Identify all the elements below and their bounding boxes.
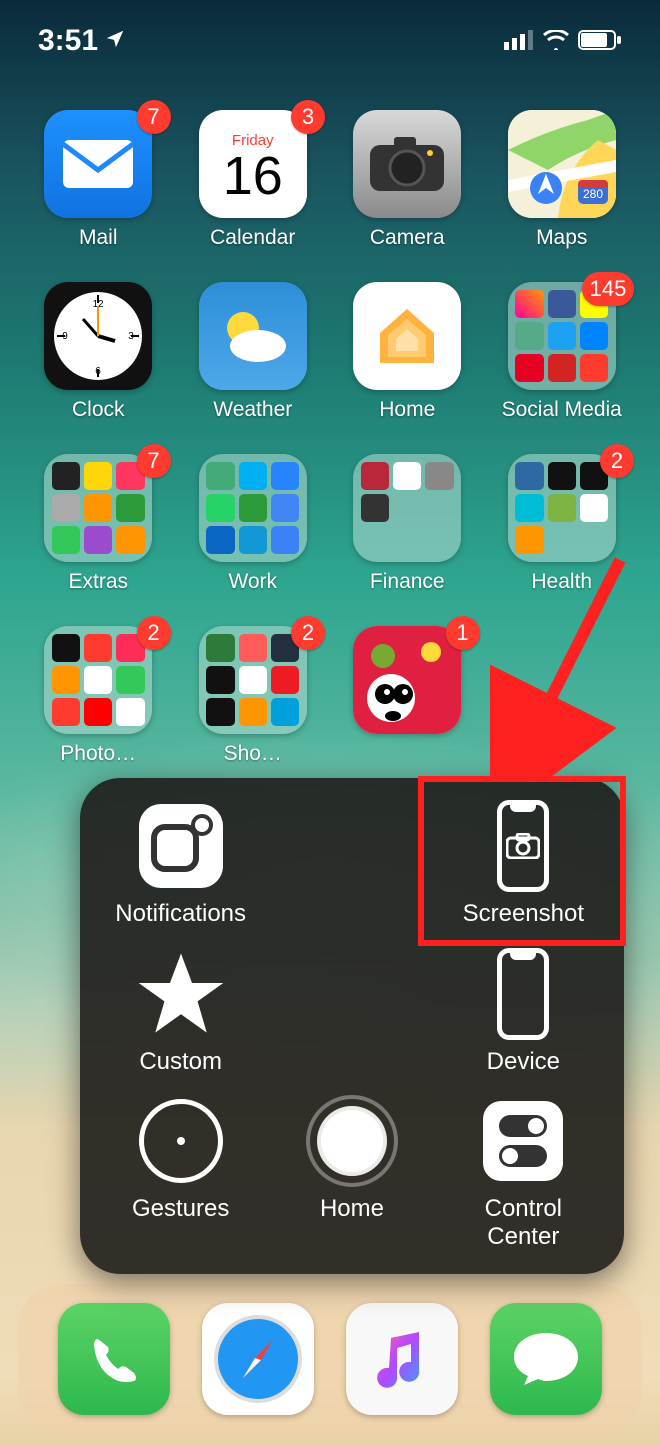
app-label: Photo… <box>60 742 136 766</box>
status-time: 3:51 <box>38 24 126 58</box>
empty-slot <box>500 626 625 766</box>
app-label: Extras <box>68 570 128 594</box>
home-icon <box>353 282 461 390</box>
app-label: Mail <box>79 226 118 250</box>
svg-text:9: 9 <box>62 331 68 342</box>
camera-icon <box>353 110 461 218</box>
app-label: Calendar <box>210 226 295 250</box>
at-home[interactable]: Home <box>271 1093 432 1250</box>
status-bar: 3:51 <box>0 0 660 90</box>
dock-messages[interactable] <box>490 1303 602 1415</box>
app-label: Maps <box>536 226 587 250</box>
app-label: Camera <box>370 226 445 250</box>
app-mail[interactable]: 7 Mail <box>36 110 161 250</box>
app-label: Sho… <box>224 742 282 766</box>
folder-icon <box>199 626 307 734</box>
phone-icon <box>58 1303 170 1415</box>
folder-extras[interactable]: 7 Extras <box>36 454 161 594</box>
app-label: Social Media <box>502 398 622 422</box>
folder-icon <box>44 626 152 734</box>
home-screen-grid: 7 Mail Friday 16 3 Calendar Camera <box>0 110 660 766</box>
svg-text:3: 3 <box>128 331 134 342</box>
battery-icon <box>578 24 622 58</box>
safari-icon <box>202 1303 314 1415</box>
app-label: Home <box>379 398 435 422</box>
device-icon <box>475 946 571 1042</box>
badge: 2 <box>600 444 634 478</box>
svg-text:6: 6 <box>95 366 101 377</box>
wifi-icon <box>542 24 570 58</box>
weather-icon <box>199 282 307 390</box>
badge: 3 <box>291 100 325 134</box>
app-label: Finance <box>370 570 445 594</box>
badge: 1 <box>446 616 480 650</box>
folder-work[interactable]: Work <box>191 454 316 594</box>
folder-shopping[interactable]: 2 Sho… <box>191 626 316 766</box>
app-calendar[interactable]: Friday 16 3 Calendar <box>191 110 316 250</box>
app-camera[interactable]: Camera <box>345 110 470 250</box>
folder-social-media[interactable]: 145 Social Media <box>500 282 625 422</box>
star-icon <box>133 946 229 1042</box>
badge: 2 <box>137 616 171 650</box>
at-empty <box>271 798 432 928</box>
assistive-touch-menu: Notifications Screenshot Custom Device G… <box>80 778 624 1274</box>
dock-music[interactable] <box>346 1303 458 1415</box>
at-label: Gestures <box>132 1195 229 1223</box>
at-label: Custom <box>139 1048 222 1076</box>
at-device[interactable]: Device <box>443 946 604 1076</box>
folder-icon <box>353 454 461 562</box>
music-icon <box>346 1303 458 1415</box>
badge: 145 <box>582 272 634 306</box>
at-label: Notifications <box>115 900 246 928</box>
folder-icon <box>44 454 152 562</box>
game-icon <box>353 626 461 734</box>
folder-health[interactable]: 2 Health <box>500 454 625 594</box>
at-label: Device <box>487 1048 560 1076</box>
badge: 2 <box>291 616 325 650</box>
app-home[interactable]: Home <box>345 282 470 422</box>
dock-safari[interactable] <box>202 1303 314 1415</box>
maps-icon: 280 <box>508 110 616 218</box>
calendar-icon: Friday 16 <box>199 110 307 218</box>
at-label: Home <box>320 1195 384 1223</box>
app-label: Health <box>531 570 592 594</box>
folder-photo-video[interactable]: 2 Photo… <box>36 626 161 766</box>
app-clock[interactable]: 12 3 6 9 Clock <box>36 282 161 422</box>
clock-time: 3:51 <box>38 24 98 58</box>
badge: 7 <box>137 444 171 478</box>
notifications-icon <box>133 798 229 894</box>
folder-icon <box>508 454 616 562</box>
at-gestures[interactable]: Gestures <box>100 1093 261 1250</box>
app-game[interactable]: 1 <box>345 626 470 766</box>
calendar-day-number: 16 <box>223 149 283 203</box>
messages-icon <box>490 1303 602 1415</box>
mail-icon <box>44 110 152 218</box>
folder-icon <box>199 454 307 562</box>
svg-text:280: 280 <box>583 187 603 201</box>
badge: 7 <box>137 100 171 134</box>
dock <box>18 1284 642 1434</box>
control-center-icon <box>475 1093 571 1189</box>
location-services-icon <box>104 24 126 58</box>
at-custom[interactable]: Custom <box>100 946 261 1076</box>
clock-icon: 12 3 6 9 <box>44 282 152 390</box>
at-empty <box>271 946 432 1076</box>
at-label: Control Center <box>485 1195 562 1250</box>
cellular-signal-icon <box>504 24 534 58</box>
home-button-icon <box>304 1093 400 1189</box>
at-label: Screenshot <box>463 900 584 928</box>
app-weather[interactable]: Weather <box>191 282 316 422</box>
app-label: Work <box>228 570 277 594</box>
screenshot-icon <box>475 798 571 894</box>
folder-finance[interactable]: Finance <box>345 454 470 594</box>
app-label: Clock <box>72 398 125 422</box>
gestures-icon <box>133 1093 229 1189</box>
at-notifications[interactable]: Notifications <box>100 798 261 928</box>
app-maps[interactable]: 280 Maps <box>500 110 625 250</box>
dock-phone[interactable] <box>58 1303 170 1415</box>
at-control-center[interactable]: Control Center <box>443 1093 604 1250</box>
at-screenshot[interactable]: Screenshot <box>443 798 604 928</box>
app-label: Weather <box>213 398 292 422</box>
